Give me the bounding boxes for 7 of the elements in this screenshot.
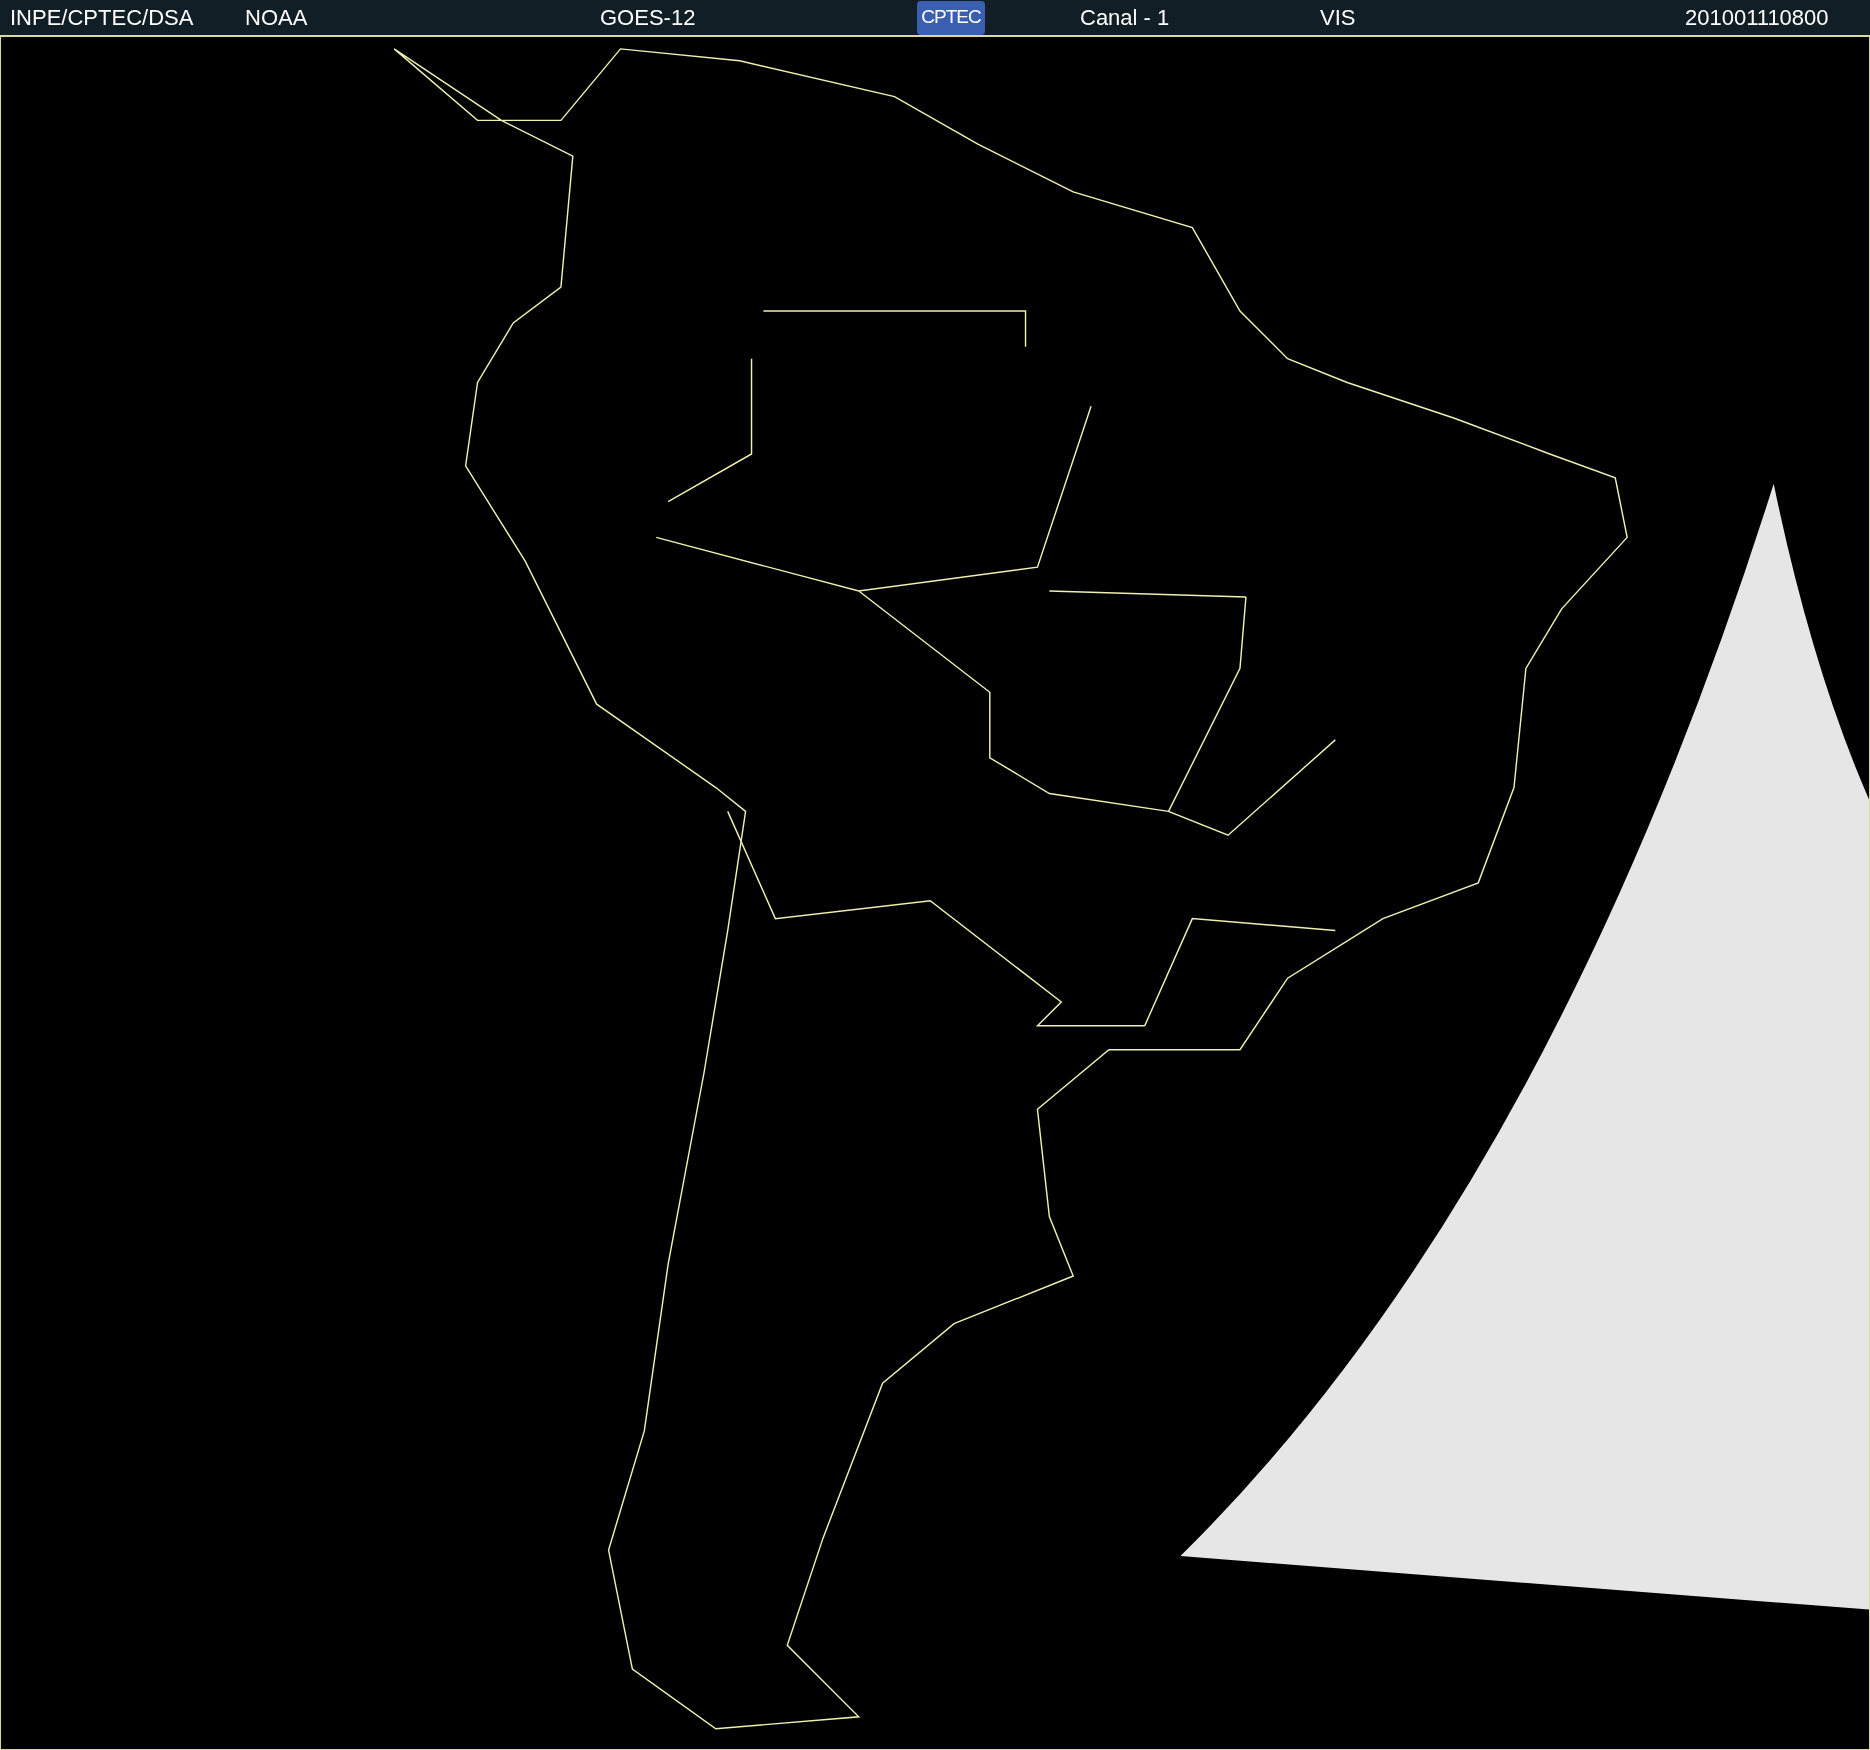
satellite-label: GOES-12 bbox=[600, 4, 697, 32]
band-label: VIS bbox=[1320, 4, 1357, 32]
timestamp-label: 201001110800 bbox=[1685, 4, 1829, 32]
agency-label: NOAA bbox=[245, 4, 309, 32]
logo: CPTEC bbox=[917, 0, 985, 35]
channel-label: Canal - 1 bbox=[1080, 4, 1171, 32]
source-label: INPE/CPTEC/DSA bbox=[10, 4, 195, 32]
